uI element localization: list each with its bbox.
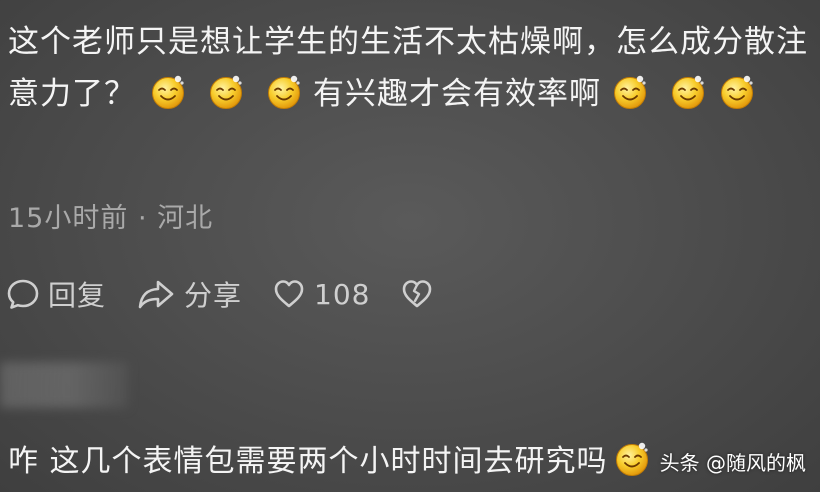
smiling-face-emoji-icon (614, 441, 650, 477)
dislike-button[interactable] (400, 277, 434, 311)
smiling-face-emoji-icon (266, 74, 302, 110)
smiling-face-emoji-icon (150, 74, 186, 110)
comment-text-part2: 有兴趣才会有效率啊 (313, 76, 601, 112)
blurred-username (0, 362, 128, 408)
smiling-face-emoji-icon (612, 74, 648, 110)
reply-comment: 咋 这几个表情包需要两个小时时间去研究吗 (8, 436, 661, 480)
reply-text: 咋 这几个表情包需要两个小时时间去研究吗 (8, 444, 608, 479)
reply-button[interactable]: 回复 (6, 274, 106, 314)
share-button[interactable]: 分享 (136, 274, 242, 314)
comment-time: 15小时前 (8, 203, 129, 234)
broken-heart-icon (403, 280, 432, 308)
share-label: 分享 (184, 279, 243, 312)
meta-separator: · (137, 203, 148, 234)
reply-label: 回复 (48, 279, 107, 312)
heart-icon (274, 280, 304, 308)
like-count: 108 (314, 277, 371, 311)
comment-text: 这个老师只是想让学生的生活不太枯燥啊，怎么成分散注意力了？ 有兴趣才会有效率啊 (8, 16, 814, 120)
watermark: 头条 @随风的枫 (659, 451, 806, 475)
smiling-face-emoji-icon (719, 74, 755, 110)
smiling-face-emoji-icon (208, 74, 244, 110)
comment-bubble-icon (7, 279, 39, 309)
comment-actions: 回复 分享 108 (6, 272, 464, 316)
smiling-face-emoji-icon (670, 74, 706, 110)
comment-location: 河北 (157, 203, 214, 234)
comment-meta: 15小时前 · 河北 (8, 196, 213, 235)
like-button[interactable]: 108 (272, 277, 370, 311)
share-arrow-icon (138, 280, 174, 309)
